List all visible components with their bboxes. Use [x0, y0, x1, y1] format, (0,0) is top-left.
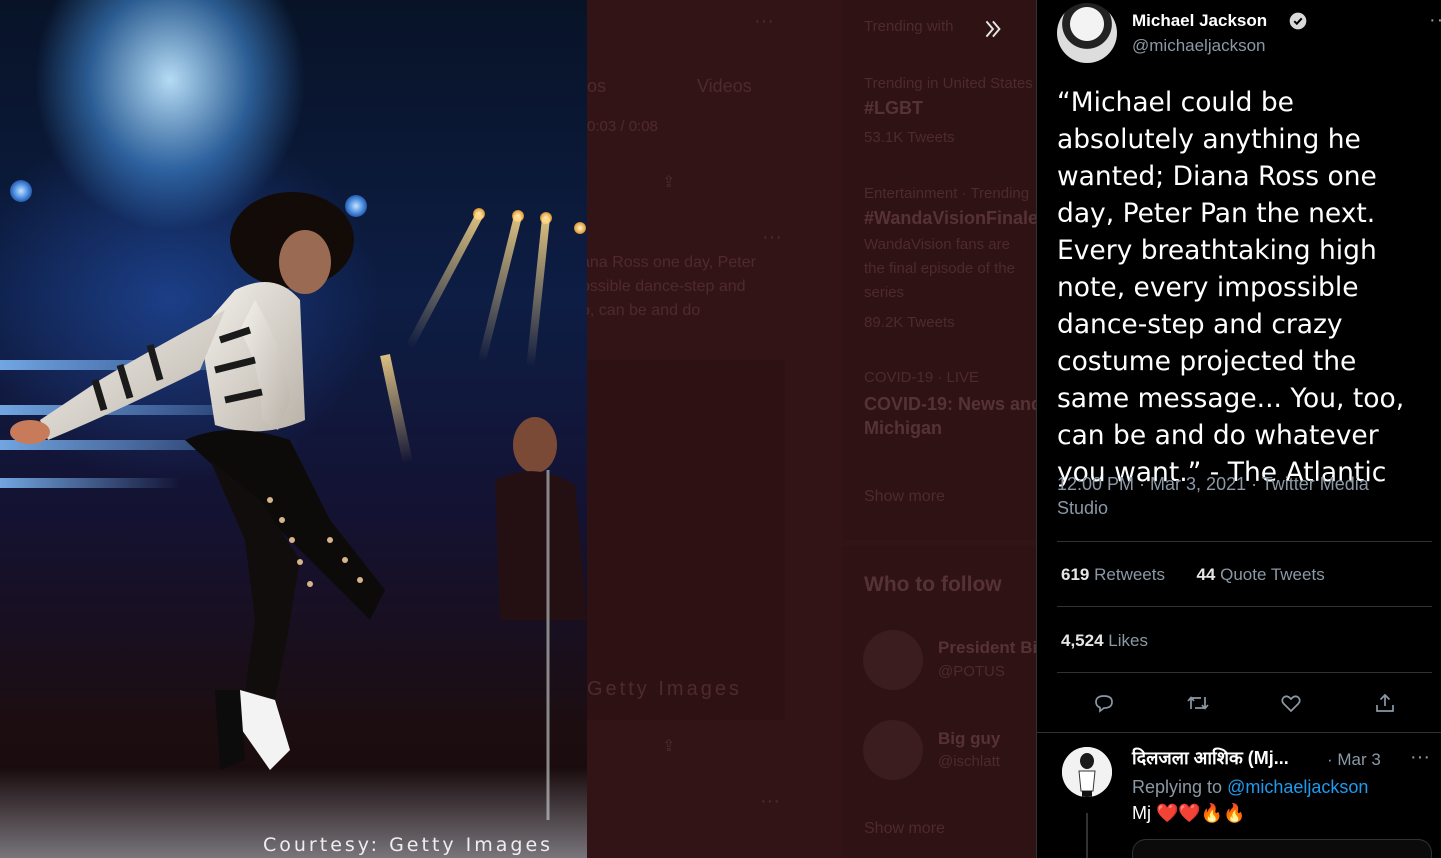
reply-more-icon[interactable]: ··· [1410, 746, 1430, 769]
backdrop-trend2-desc-3: series [864, 284, 905, 301]
backdrop-share-icon-2: ⇪ [662, 738, 676, 755]
backdrop-share-icon: ⇪ [662, 174, 676, 191]
tweet-header: Michael Jackson @michaeljackson ··· [1057, 3, 1441, 63]
performer-illustration [10, 192, 587, 820]
like-icon [1281, 695, 1301, 713]
backdrop-trend3-context: COVID-19 · LIVE [864, 369, 980, 386]
backdrop-tab-partial: os [587, 76, 607, 96]
backdrop-card-watermark: Getty Images [587, 678, 742, 700]
author-avatar[interactable] [1057, 3, 1117, 63]
retweet-button[interactable] [1178, 683, 1218, 723]
tweet-text: “Michael could be absolutely anything he… [1057, 87, 1405, 488]
backdrop-follow1-avatar [863, 630, 923, 690]
backdrop-more-icon: ··· [754, 10, 774, 32]
thread-line [1086, 813, 1088, 858]
backdrop-trend2-desc-2: the final episode of the [864, 260, 1015, 277]
quote-tweets-label: Quote Tweets [1220, 565, 1325, 584]
reply-date[interactable]: · Mar 3 [1327, 750, 1381, 770]
backdrop-tweet-snippet-2: ossible dance-step and [581, 278, 746, 295]
verified-badge-icon [1289, 12, 1307, 30]
backdrop-trend1-context: Trending in United States [864, 75, 1033, 92]
retweet-icon [1186, 696, 1209, 710]
replying-to-label: Replying to [1132, 777, 1223, 797]
collapse-panel-button[interactable] [975, 10, 1013, 48]
backdrop-trend1-count: 53.1K Tweets [864, 129, 955, 146]
backdrop-media-card: Getty Images [587, 360, 785, 720]
reply-icon [1095, 695, 1113, 713]
backdrop-trend3-name-2: Michigan [864, 418, 943, 438]
backdrop-tab-videos: Videos [697, 76, 752, 96]
author-name[interactable]: Michael Jackson [1132, 11, 1267, 31]
backdrop-trend3-name-1: COVID-19: News and [864, 394, 1036, 414]
backdrop-follow1-handle: @POTUS [938, 663, 1005, 680]
backdrop-trending-with: Trending with [864, 18, 954, 35]
backdrop-tweet-snippet-3: o, can be and do [581, 302, 701, 319]
more-icon[interactable]: ··· [1429, 9, 1441, 32]
backdrop-follow1-name: President Biden [938, 638, 1036, 657]
backdrop-show-more-1: Show more [864, 488, 945, 505]
author-handle[interactable]: @michaeljackson [1132, 36, 1265, 56]
backdrop-trend2-name: #WandaVisionFinale [864, 208, 1036, 228]
tweet-timestamp[interactable]: 12:00 PM · Mar 3, 2021 · Twitter Media S… [1057, 472, 1417, 520]
backdrop-follow2-avatar [863, 720, 923, 780]
collapse-panel-icon [985, 20, 1001, 38]
likes-count: 4,524 [1061, 631, 1104, 650]
image-credit: Courtesy: Getty Images [263, 834, 554, 856]
like-button[interactable] [1271, 683, 1311, 723]
backdrop-who-to-follow: Who to follow [864, 573, 1002, 596]
backdrop-trend1-name: #LGBT [864, 98, 924, 118]
share-icon [1376, 693, 1394, 712]
tweet-actions [1057, 680, 1432, 726]
backdrop-video-time: 0:03 / 0:08 [587, 118, 658, 135]
backdrop-follow2-handle: @ischlatt [938, 753, 1000, 770]
backdrop-show-more-2: Show more [864, 820, 945, 837]
media-image[interactable]: Courtesy: Getty Images [0, 0, 587, 858]
replying-to-line: Replying to @michaeljackson [1132, 777, 1368, 798]
backdrop-trend2-context: Entertainment · Trending [864, 185, 1030, 202]
backdrop-more-icon-3: ··· [760, 790, 780, 812]
engagement-stats-row: 619 Retweets 44 Quote Tweets [1061, 565, 1325, 585]
quote-tweets-stat[interactable]: 44 Quote Tweets [1196, 565, 1324, 584]
backdrop-sidebar: Trending with Trending in United States … [842, 0, 1036, 858]
backdrop-tweet-snippet-1: ana Ross one day, Peter [581, 254, 756, 271]
backdrop-trend2-count: 89.2K Tweets [864, 314, 955, 331]
share-button[interactable] [1365, 683, 1405, 723]
likes-label: Likes [1108, 631, 1148, 650]
tweet-detail-panel: Michael Jackson @michaeljackson ··· “Mic… [1036, 0, 1441, 858]
reply-tweet[interactable]: दिलजला आशिक (Mj... · Mar 3 ··· Replying … [1037, 733, 1441, 858]
divider [1057, 541, 1432, 542]
reply-author-name[interactable]: दिलजला आशिक (Mj... [1132, 746, 1289, 770]
retweets-label: Retweets [1094, 565, 1165, 584]
backdrop-divider [842, 540, 1036, 546]
reply-author-avatar[interactable] [1062, 747, 1112, 797]
reply-text: Mj ❤️❤️🔥🔥 [1132, 803, 1246, 823]
reply-button[interactable] [1084, 683, 1124, 723]
backdrop-more-icon-2: ··· [762, 226, 782, 248]
reply-avatar-image [1062, 747, 1112, 797]
likes-stat[interactable]: 4,524 Likes [1061, 631, 1148, 651]
backdrop-follow2-name: Big guy [938, 729, 1001, 748]
backdrop-trend2-desc-1: WandaVision fans are [864, 236, 1010, 253]
replying-to-handle[interactable]: @michaeljackson [1227, 777, 1368, 797]
quote-tweets-count: 44 [1196, 565, 1216, 584]
reply-media-preview[interactable] [1132, 839, 1432, 858]
divider [1057, 672, 1432, 673]
retweets-stat[interactable]: 619 Retweets [1061, 565, 1165, 584]
divider [1057, 606, 1432, 607]
retweets-count: 619 [1061, 565, 1090, 584]
